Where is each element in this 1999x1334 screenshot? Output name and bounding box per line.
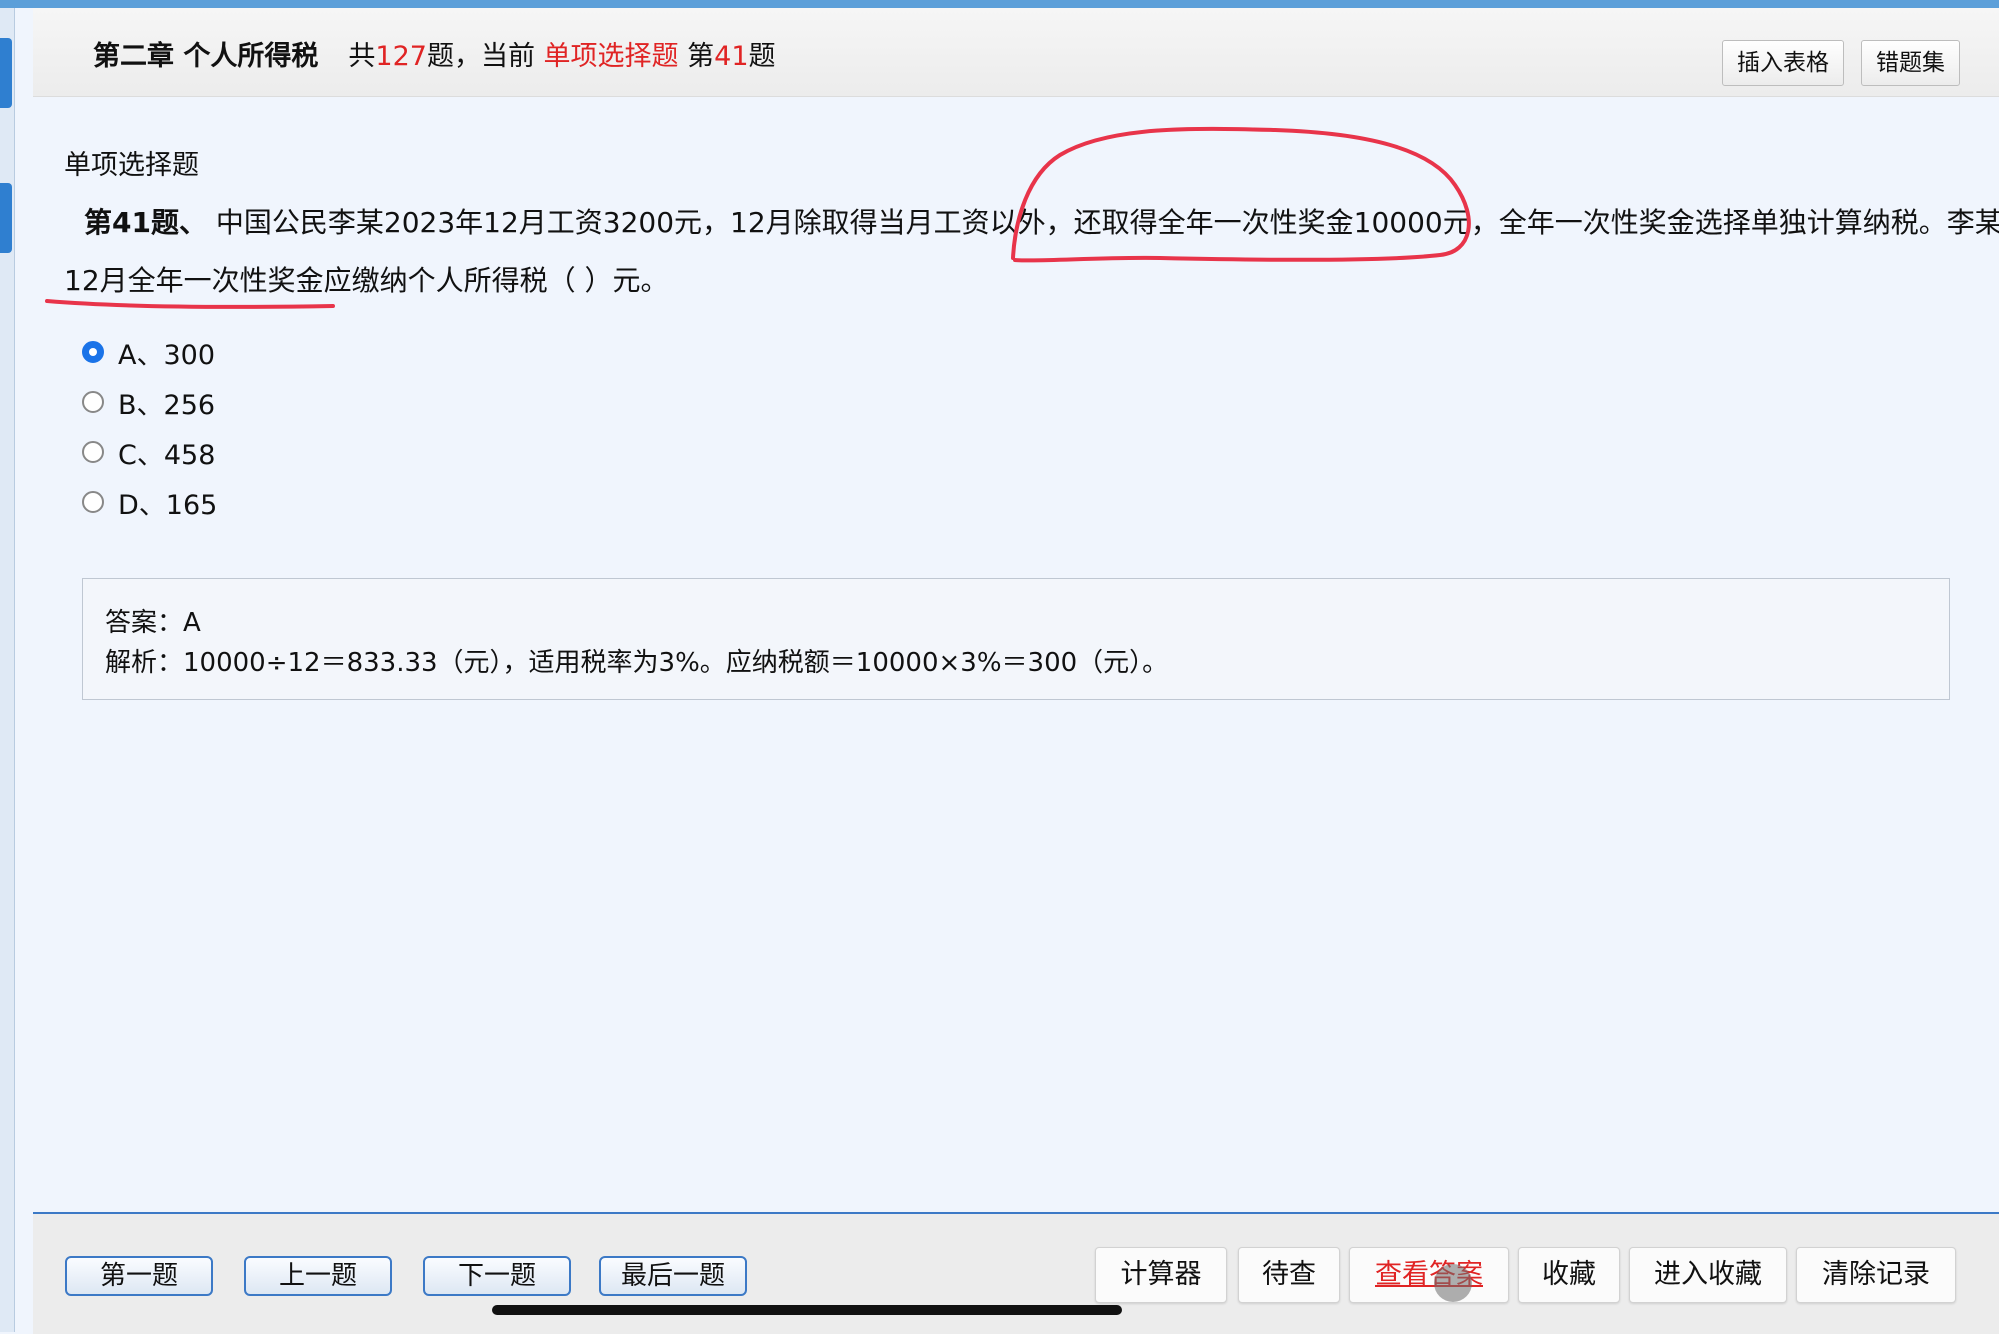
last-question-button[interactable]: 最后一题 xyxy=(599,1256,747,1296)
next-question-button[interactable]: 下一题 xyxy=(423,1256,571,1296)
prev-question-button[interactable]: 上一题 xyxy=(244,1256,392,1296)
options-list: A、300 B、256 C、458 D、165 xyxy=(82,327,217,527)
option-c-label: C、458 xyxy=(118,439,216,471)
answer-line: 答案：A xyxy=(105,608,201,638)
touch-indicator xyxy=(1434,1264,1472,1302)
analysis-line: 解析：10000÷12＝833.33（元），适用税率为3%。应纳税额＝10000… xyxy=(105,648,1169,678)
wrong-set-button[interactable]: 错题集 xyxy=(1861,40,1960,86)
question-text: 第41题、 中国公民李某2023年12月工资3200元，12月除取得当月工资以外… xyxy=(64,194,1999,310)
rail-tab[interactable] xyxy=(0,183,12,253)
total-count: 127 xyxy=(375,41,427,72)
first-question-button[interactable]: 第一题 xyxy=(65,1256,213,1296)
current-question-type: 单项选择题 xyxy=(543,41,679,72)
question-type-label: 单项选择题 xyxy=(64,150,199,181)
insert-table-button[interactable]: 插入表格 xyxy=(1722,40,1844,86)
total-prefix: 共 xyxy=(348,41,376,72)
question-body-line-2: 12月全年一次性奖金应缴纳个人所得税（ ）元。 xyxy=(64,264,669,297)
current-suffix: 题 xyxy=(748,41,776,72)
top-strip xyxy=(0,0,1999,8)
option-c[interactable]: C、458 xyxy=(82,427,217,477)
question-number: 第41题、 xyxy=(84,206,207,239)
radio-icon[interactable] xyxy=(82,391,104,413)
rail-tab[interactable] xyxy=(0,38,12,108)
clear-records-button[interactable]: 清除记录 xyxy=(1796,1247,1956,1303)
radio-icon[interactable] xyxy=(82,441,104,463)
header-bar: 第二章 个人所得税 共127题，当前 单项选择题 第41题 插入表格 错题集 xyxy=(33,8,1999,97)
footer-toolbar: 第一题 上一题 下一题 最后一题 计算器 待查 查看答案 收藏 进入收藏 清除记… xyxy=(33,1212,1999,1334)
enter-favorites-button[interactable]: 进入收藏 xyxy=(1629,1247,1787,1303)
header-title: 第二章 个人所得税 共127题，当前 单项选择题 第41题 xyxy=(93,34,776,73)
radio-selected-icon[interactable] xyxy=(82,341,104,363)
radio-icon[interactable] xyxy=(82,491,104,513)
pending-button[interactable]: 待查 xyxy=(1238,1247,1340,1303)
chapter-title: 第二章 个人所得税 xyxy=(93,41,319,72)
option-d[interactable]: D、165 xyxy=(82,477,217,527)
option-b[interactable]: B、256 xyxy=(82,377,217,427)
option-a-label: A、300 xyxy=(118,339,216,371)
option-a[interactable]: A、300 xyxy=(82,327,217,377)
total-suffix: 题，当前 xyxy=(426,41,535,72)
question-body-line-1: 中国公民李某2023年12月工资3200元，12月除取得当月工资以外，还取得全年… xyxy=(215,206,1999,239)
favorite-button[interactable]: 收藏 xyxy=(1518,1247,1620,1303)
calculator-button[interactable]: 计算器 xyxy=(1095,1247,1227,1303)
view-answer-button[interactable]: 查看答案 xyxy=(1349,1247,1509,1303)
answer-panel: 答案：A 解析：10000÷12＝833.33（元），适用税率为3%。应纳税额＝… xyxy=(82,578,1950,700)
question-line-1: 第41题、 中国公民李某2023年12月工资3200元，12月除取得当月工资以外… xyxy=(64,194,1999,252)
left-rail xyxy=(0,8,15,1332)
current-number: 41 xyxy=(714,41,749,72)
current-prefix: 第 xyxy=(687,41,715,72)
home-indicator-bar[interactable] xyxy=(492,1305,1122,1315)
option-b-label: B、256 xyxy=(118,389,216,421)
option-d-label: D、165 xyxy=(118,489,218,521)
